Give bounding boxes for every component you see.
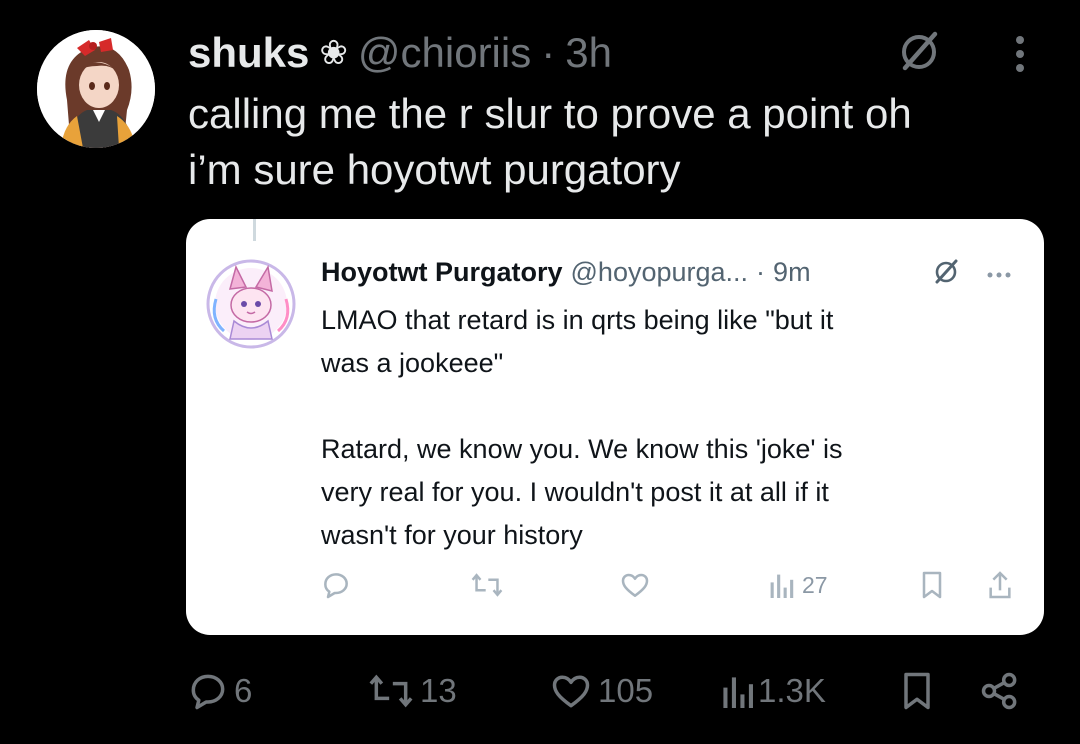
separator-dot: · [756,256,766,287]
avatar[interactable] [37,30,155,148]
quoted-action-bar: 27 [186,565,1044,605]
quoted-like-button[interactable] [618,565,652,605]
quoted-tweet-card[interactable]: Hoyotwt Purgatory @hoyopurga... · 9m LMA… [186,219,1044,635]
quoted-text-line: very real for you. I wouldn't post it at… [321,477,829,507]
tweet-text-line: i’m sure hoyotwt purgatory [188,146,681,193]
share-icon [981,672,1017,710]
views-icon [723,677,753,708]
quoted-handle[interactable]: @hoyopurga... [571,257,749,288]
tweet-text: calling me the r slur to prove a point o… [188,86,1008,198]
quoted-text-line: Ratard, we know you. We know this 'joke'… [321,434,843,464]
bookmark-icon [922,571,942,599]
repost-icon [471,573,503,597]
reply-button[interactable]: 6 [186,666,252,716]
bookmark-button[interactable] [898,666,936,716]
handle[interactable]: @chioriis [358,29,531,77]
thread-line [253,219,256,241]
repost-icon [369,674,413,708]
flower-emoji: ❀ [319,34,348,72]
display-name[interactable]: shuks [188,29,309,77]
quoted-text-line: was a jookeee" [321,348,504,378]
grok-icon[interactable] [895,28,943,76]
separator-dot: · [541,29,556,76]
quoted-views-count: 27 [802,571,828,598]
quoted-avatar[interactable] [206,259,296,349]
more-options-icon[interactable] [986,267,1012,278]
views-icon [770,574,794,598]
quoted-tweet-header: Hoyotwt Purgatory @hoyopurga... · 9m [321,253,811,291]
more-options-icon[interactable] [1008,34,1032,74]
heart-icon [552,675,590,708]
action-bar: 6 13 105 1.3K [0,666,1080,716]
repost-button[interactable]: 13 [366,666,457,716]
quoted-text-line: LMAO that retard is in qrts being like "… [321,305,834,335]
quoted-views-button[interactable]: 27 [768,565,828,605]
quoted-tweet-text: LMAO that retard is in qrts being like "… [321,299,1011,557]
quoted-display-name[interactable]: Hoyotwt Purgatory [321,257,563,288]
quoted-reply-button[interactable] [320,565,352,605]
repost-count: 13 [420,672,457,709]
views-count: 1.3K [758,672,826,709]
like-count: 105 [598,672,654,709]
quoted-bookmark-button[interactable] [918,565,946,605]
reply-count: 6 [234,672,253,709]
tweet-header: shuks ❀ @chioriis · 3h [188,28,612,78]
timestamp[interactable]: 3h [565,29,612,77]
share-icon [989,571,1011,599]
heart-icon [621,573,649,597]
reply-icon [324,573,348,599]
reply-icon [191,674,225,710]
grok-icon[interactable] [931,257,961,287]
quoted-timestamp[interactable]: 9m [773,257,811,288]
share-button[interactable] [978,666,1022,716]
tweet-text-line: calling me the r slur to prove a point o… [188,90,912,137]
quoted-share-button[interactable] [986,565,1014,605]
bookmark-icon [904,672,930,710]
quoted-text-line: wasn't for your history [321,520,583,550]
like-button[interactable]: 105 [548,666,653,716]
views-button[interactable]: 1.3K [720,666,826,716]
quoted-repost-button[interactable] [470,565,504,605]
